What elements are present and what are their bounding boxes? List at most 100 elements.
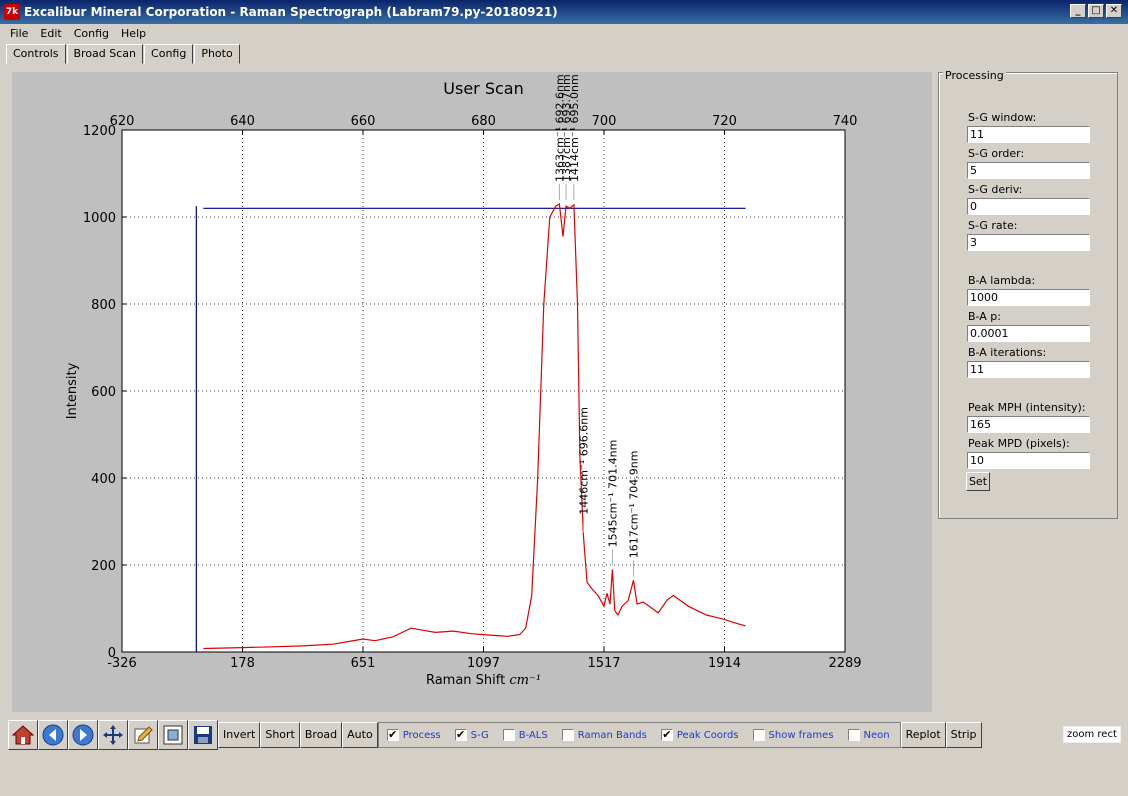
raman-bands-check-box[interactable]: [561, 729, 574, 741]
back-icon[interactable]: [38, 720, 68, 750]
zoom-mode-status: zoom rect: [1063, 726, 1121, 743]
process-checkbox[interactable]: ✔ Process: [381, 729, 441, 741]
processing-panel: Processing S-G window: S-G order: S-G de…: [938, 69, 1118, 519]
x-bottom-tick-label: 1097: [467, 656, 500, 671]
tab-controls[interactable]: Controls: [6, 44, 66, 64]
peak-label: 1414cm⁻¹ 695.0nm: [568, 74, 581, 182]
sg-label: S-G: [470, 729, 489, 741]
x-bottom-tick-label: 651: [351, 656, 376, 671]
sg-rate-field[interactable]: [967, 234, 1090, 251]
tab-broad-scan[interactable]: Broad Scan: [66, 44, 144, 64]
y-tick-label: 200: [91, 559, 116, 574]
maximize-button[interactable]: □: [1088, 4, 1104, 18]
minimize-button[interactable]: _: [1070, 4, 1086, 18]
process-check-box[interactable]: ✔: [386, 729, 399, 741]
x-top-tick-label: 700: [592, 114, 617, 129]
y-tick-label: 400: [91, 472, 116, 487]
subplots-icon[interactable]: [158, 720, 188, 750]
save-icon[interactable]: [188, 720, 218, 750]
x-bottom-tick-label: 178: [230, 656, 255, 671]
close-button[interactable]: ✕: [1106, 4, 1122, 18]
invert-button[interactable]: Invert: [218, 722, 261, 748]
peak-label: 1545cm⁻¹ 701.4nm: [606, 440, 619, 548]
title-bar: 7k Excalibur Mineral Corporation - Raman…: [0, 0, 1128, 24]
x-axis-label: Raman Shift cm⁻¹: [426, 673, 541, 688]
panel-title: Processing: [943, 69, 1006, 82]
y-tick-label: 800: [91, 298, 116, 313]
ba-p-field[interactable]: [967, 325, 1090, 342]
bals-checkbox[interactable]: B-ALS: [497, 729, 548, 741]
strip-button[interactable]: Strip: [945, 722, 982, 748]
y-tick-label: 600: [91, 385, 116, 400]
sg-rate-label: S-G rate:: [968, 219, 1018, 232]
sg-deriv-label: S-G deriv:: [968, 183, 1023, 196]
forward-icon[interactable]: [68, 720, 98, 750]
x-top-tick-label: 740: [833, 114, 858, 129]
show-frames-check-box[interactable]: [752, 729, 765, 741]
x-top-tick-label: 680: [471, 114, 496, 129]
option-checkboxes: ✔ Process ✔ S-G B-ALS Raman Bands ✔ Peak Co…: [377, 722, 901, 748]
app-icon: 7k: [4, 4, 20, 20]
y-axis-label: Intensity: [65, 362, 80, 419]
window-controls: _ □ ✕: [1070, 4, 1122, 18]
ba-lambda-label: B-A lambda:: [968, 274, 1036, 287]
window-title: Excalibur Mineral Corporation - Raman Sp…: [24, 5, 558, 19]
peak-label: 1617cm⁻¹ 704.9nm: [628, 451, 641, 559]
bals-label: B-ALS: [518, 729, 548, 741]
process-label: Process: [402, 729, 441, 741]
menu-bar: File Edit Config Help: [0, 24, 1128, 42]
home-icon[interactable]: [8, 720, 38, 750]
peak-mpd-label: Peak MPD (pixels):: [968, 437, 1070, 450]
peak-mpd-field[interactable]: [967, 452, 1090, 469]
plot-canvas[interactable]: 0 200 400 600 800 1000 1200 620 640 660 680 700 720 7…: [12, 72, 932, 712]
ba-iterations-field[interactable]: [967, 361, 1090, 378]
x-top-tick-label: 620: [110, 114, 135, 129]
neon-checkbox[interactable]: Neon: [842, 729, 890, 741]
peak-label: 1446cm⁻¹ 696.6nm: [578, 407, 591, 515]
ba-p-label: B-A p:: [968, 310, 1001, 323]
y-tick-label: 1000: [83, 211, 116, 226]
sg-order-label: S-G order:: [968, 147, 1025, 160]
spectrum-chart: 020040060080010001200620 640 660 680 700 720 7…: [65, 74, 862, 688]
show-frames-checkbox[interactable]: Show frames: [747, 729, 834, 741]
replot-button[interactable]: Replot: [900, 722, 946, 748]
peak-coords-checkbox[interactable]: ✔ Peak Coords: [655, 729, 739, 741]
peak-mph-label: Peak MPH (intensity):: [968, 401, 1086, 414]
pan-icon[interactable]: [98, 720, 128, 750]
short-button[interactable]: Short: [260, 722, 300, 748]
tab-photo[interactable]: Photo: [194, 44, 240, 64]
neon-label: Neon: [863, 729, 890, 741]
raman-bands-label: Raman Bands: [577, 729, 647, 741]
sg-window-field[interactable]: [967, 126, 1090, 143]
neon-check-box[interactable]: [847, 729, 860, 741]
menu-file[interactable]: File: [4, 27, 34, 40]
sg-window-label: S-G window:: [968, 111, 1037, 124]
raman-bands-checkbox[interactable]: Raman Bands: [556, 729, 647, 741]
x-bottom-tick-label: 1914: [708, 656, 741, 671]
menu-help[interactable]: Help: [115, 27, 152, 40]
sg-checkbox[interactable]: ✔ S-G: [449, 729, 489, 741]
x-top-tick-label: 640: [230, 114, 255, 129]
edit-icon[interactable]: [128, 720, 158, 750]
ba-lambda-field[interactable]: [967, 289, 1090, 306]
sg-deriv-field[interactable]: [967, 198, 1090, 215]
peak-mph-field[interactable]: [967, 416, 1090, 433]
sg-order-field[interactable]: [967, 162, 1090, 179]
ba-iterations-label: B-A iterations:: [968, 346, 1047, 359]
x-bottom-tick-label: -326: [107, 656, 137, 671]
auto-button[interactable]: Auto: [342, 722, 378, 748]
x-top-tick-label: 720: [712, 114, 737, 129]
peak-coords-check-box[interactable]: ✔: [660, 729, 673, 741]
tab-bar: Controls Broad Scan Config Photo: [6, 44, 241, 64]
broad-button[interactable]: Broad: [299, 722, 343, 748]
peak-coords-label: Peak Coords: [676, 729, 739, 741]
tab-config[interactable]: Config: [144, 44, 194, 64]
x-bottom-tick-label: 1517: [587, 656, 620, 671]
plot-toolbar: Invert Short Broad Auto ✔ Process ✔ S-G B-…: [8, 720, 982, 750]
x-bottom-tick-label: 2289: [828, 656, 861, 671]
menu-edit[interactable]: Edit: [34, 27, 67, 40]
set-button[interactable]: Set: [966, 472, 990, 491]
menu-config[interactable]: Config: [68, 27, 115, 40]
sg-check-box[interactable]: ✔: [454, 729, 467, 741]
bals-check-box[interactable]: [502, 729, 515, 741]
